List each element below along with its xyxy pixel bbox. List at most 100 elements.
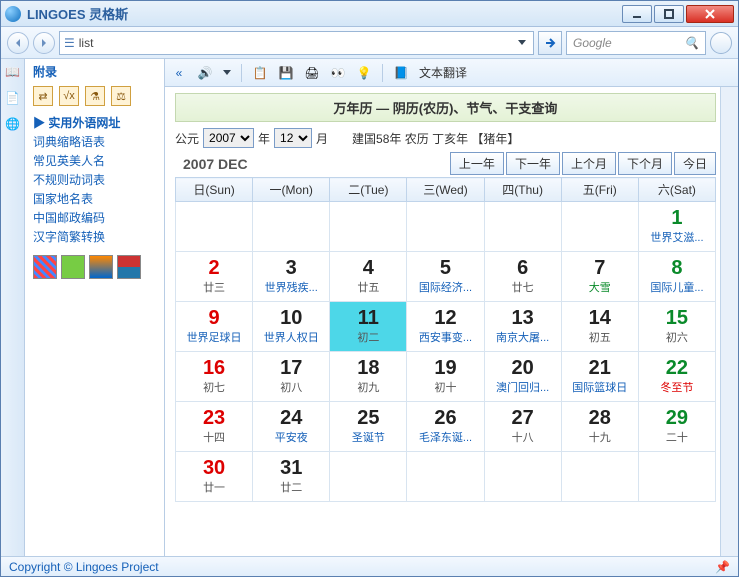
sidebar: 附录 ⇄ √x ⚗ ⚖ ▶ 实用外语网址 词典缩略语表常见英美人名不规则动词表国… [25,59,165,556]
calendar-cell[interactable]: 31廿二 [253,452,330,502]
calendar-cell[interactable]: 6廿七 [484,252,561,302]
calendar-cell[interactable]: 1世界艾滋... [638,202,715,252]
close-button[interactable] [686,5,734,23]
calendar-cell[interactable]: 11初二 [330,302,407,352]
prev-year-button[interactable]: 上一年 [450,152,504,175]
globe-icon[interactable]: 🌐 [4,115,22,133]
search-input[interactable] [79,36,515,50]
note-icon[interactable]: 📄 [4,89,22,107]
statusbar: Copyright © Lingoes Project 📌 [1,556,738,576]
calendar-cell[interactable]: 23十四 [176,402,253,452]
websearch-box[interactable]: Google 🔍 [566,31,706,55]
calendar-cell[interactable]: 22冬至节 [638,352,715,402]
calendar-cell[interactable] [330,202,407,252]
calendar-cell[interactable]: 14初五 [561,302,638,352]
calendar-cell[interactable]: 24平安夜 [253,402,330,452]
calendar-cell[interactable]: 3世界残疾... [253,252,330,302]
calendar-cell[interactable]: 13南京大屠... [484,302,561,352]
calendar-cell[interactable] [407,452,484,502]
sidebar-item[interactable]: 中国邮政编码 [33,209,160,226]
search-dropdown-icon[interactable] [515,36,529,50]
calendar-cell[interactable]: 7大雪 [561,252,638,302]
calendar-cell[interactable] [484,202,561,252]
minimize-button[interactable] [622,5,652,23]
calendar-cell[interactable]: 2廿三 [176,252,253,302]
go-button[interactable] [538,31,562,55]
calendar-cell[interactable]: 17初八 [253,352,330,402]
calendar-cell[interactable]: 18初九 [330,352,407,402]
sidebar-item[interactable]: 词典缩略语表 [33,133,160,150]
back-double-icon[interactable]: « [171,65,187,81]
translate-label[interactable]: 文本翻译 [419,64,467,81]
calendar-cell[interactable]: 9世界足球日 [176,302,253,352]
calendar-cell[interactable] [561,452,638,502]
bulb-icon[interactable]: 💡 [356,65,372,81]
dow-header: 六(Sat) [638,178,715,202]
sidebar-item-active[interactable]: ▶ 实用外语网址 [33,114,160,131]
dow-header: 五(Fri) [561,178,638,202]
find-icon[interactable]: 👀 [330,65,346,81]
search-box: ☰ [59,31,534,55]
appendix-icon-1[interactable]: ⇄ [33,86,53,106]
calendar-cell[interactable] [484,452,561,502]
nav-row: 2007 DEC 上一年 下一年 上个月 下个月 今日 [175,152,716,175]
copy-icon[interactable]: 📋 [252,65,268,81]
sidebar-item[interactable]: 汉字简繁转换 [33,228,160,245]
nav-back-button[interactable] [7,32,29,54]
prev-month-button[interactable]: 上个月 [562,152,616,175]
year-select[interactable]: 2007 [203,128,254,148]
month-select[interactable]: 12 [274,128,312,148]
calendar-cell[interactable]: 16初七 [176,352,253,402]
calendar-cell[interactable]: 30廿一 [176,452,253,502]
scrollbar[interactable] [720,87,738,556]
calendar-cell[interactable]: 25圣诞节 [330,402,407,452]
appendix-icon-2[interactable]: √x [59,86,79,106]
speaker-dropdown-icon[interactable] [223,70,231,75]
nav-forward-button[interactable] [33,32,55,54]
calendar-cell[interactable]: 12西安事变... [407,302,484,352]
calendar-cell[interactable]: 21国际篮球日 [561,352,638,402]
calendar-cell[interactable]: 29二十 [638,402,715,452]
calendar-cell[interactable] [176,202,253,252]
calendar-cell[interactable]: 8国际儿童... [638,252,715,302]
appendix-icon-4[interactable]: ⚖ [111,86,131,106]
calendar-cell[interactable] [330,452,407,502]
next-year-button[interactable]: 下一年 [506,152,560,175]
print-icon[interactable]: 🖨 [304,65,320,81]
next-month-button[interactable]: 下个月 [618,152,672,175]
app-title: LINGOES 灵格斯 [27,4,128,23]
calendar-cell[interactable] [638,452,715,502]
book-icon[interactable]: 📖 [4,63,22,81]
sidebar-item[interactable]: 常见英美人名 [33,152,160,169]
calendar-title: 万年历 — 阴历(农历)、节气、干支查询 [175,93,716,122]
maximize-button[interactable] [654,5,684,23]
bottom-icons [33,255,160,279]
calendar-cell[interactable]: 27十八 [484,402,561,452]
list-icon: ☰ [64,36,75,50]
sidebar-item[interactable]: 国家地名表 [33,190,160,207]
bottom-icon-1[interactable] [33,255,57,279]
bottom-icon-4[interactable] [117,255,141,279]
pin-icon[interactable]: 📌 [715,560,730,574]
calendar-cell[interactable]: 19初十 [407,352,484,402]
appendix-icon-3[interactable]: ⚗ [85,86,105,106]
calendar-cell[interactable]: 15初六 [638,302,715,352]
calendar-cell[interactable]: 10世界人权日 [253,302,330,352]
speaker-icon[interactable]: 🔊 [197,65,213,81]
calendar-cell[interactable] [561,202,638,252]
calendar-cell[interactable]: 26毛泽东诞... [407,402,484,452]
today-button[interactable]: 今日 [674,152,716,175]
bottom-icon-2[interactable] [61,255,85,279]
options-button[interactable] [710,32,732,54]
calendar-cell[interactable]: 28十九 [561,402,638,452]
calendar-cell[interactable] [253,202,330,252]
calendar-cell[interactable] [407,202,484,252]
sidebar-item[interactable]: 不规则动词表 [33,171,160,188]
calendar-cell[interactable]: 4廿五 [330,252,407,302]
bottom-icon-3[interactable] [89,255,113,279]
save-icon[interactable]: 💾 [278,65,294,81]
calendar-cell[interactable]: 5国际经济... [407,252,484,302]
dow-header: 三(Wed) [407,178,484,202]
translate-icon[interactable]: 📘 [393,65,409,81]
calendar-cell[interactable]: 20澳门回归... [484,352,561,402]
